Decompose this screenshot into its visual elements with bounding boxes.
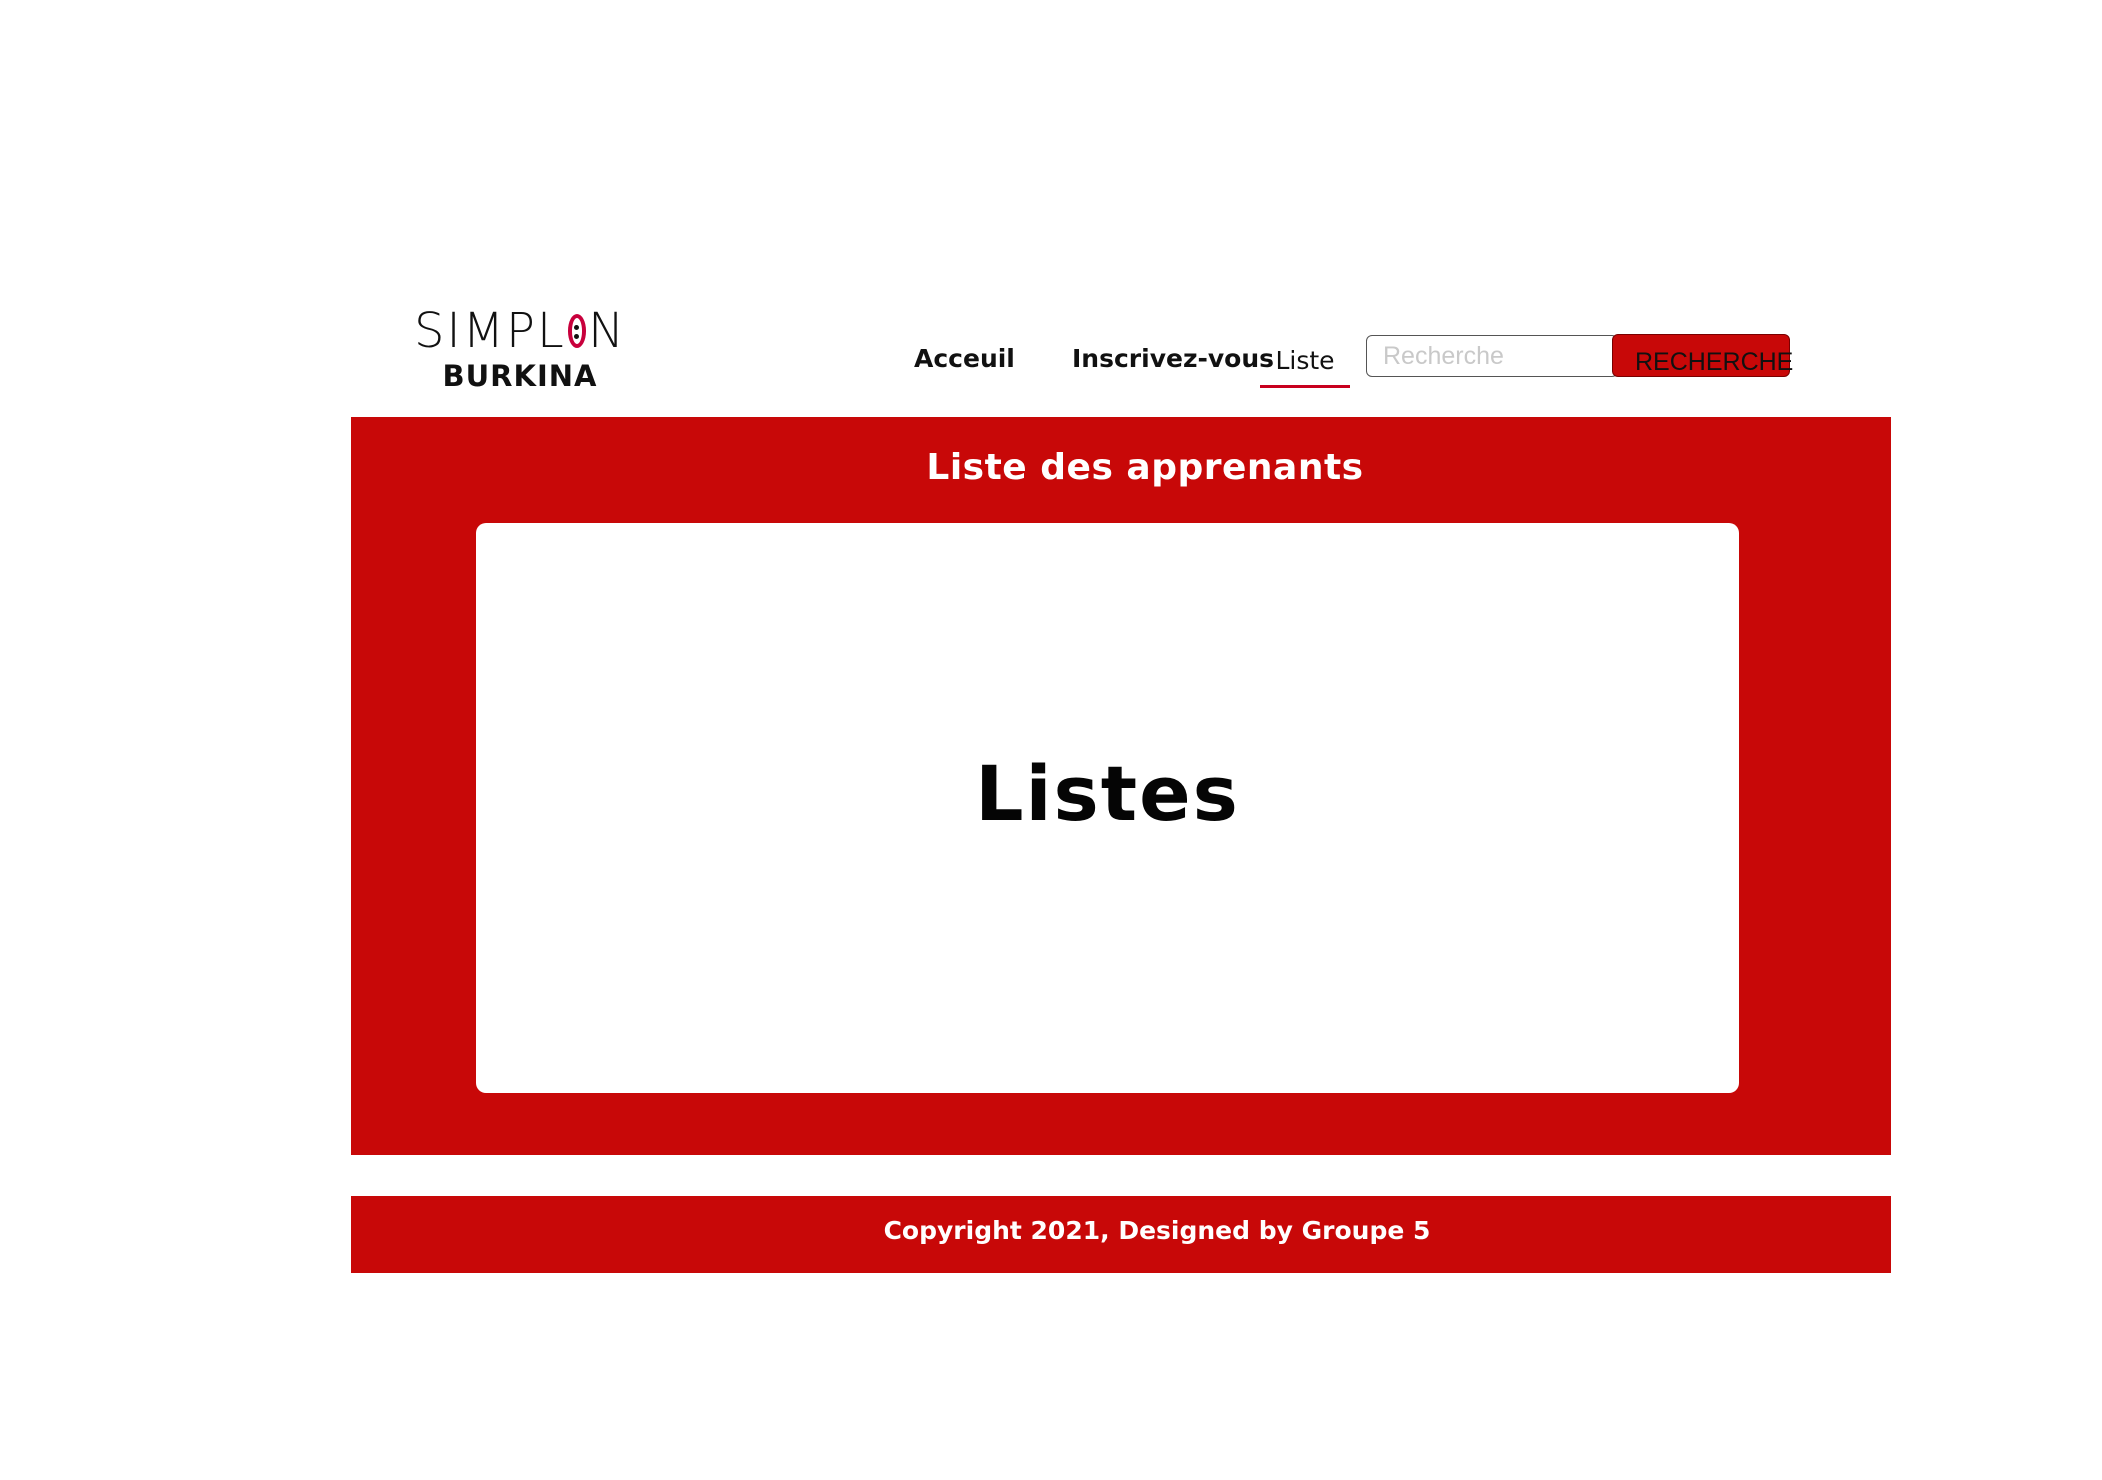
nav-link-inscrivez-vous[interactable]: Inscrivez-vous xyxy=(1072,344,1274,373)
nav-link-liste[interactable]: Liste xyxy=(1260,346,1350,388)
logo-text-left: SIMPL xyxy=(414,303,566,359)
footer-copyright: Copyright 2021, Designed by Groupe 5 xyxy=(883,1216,1431,1245)
nav-link-acceuil[interactable]: Acceuil xyxy=(914,344,1015,373)
simplon-burkina-logo[interactable]: SIMPL N BURKINA xyxy=(414,306,626,394)
search-input[interactable] xyxy=(1366,335,1618,377)
card-title: Listes xyxy=(975,749,1240,838)
logo-o-icon xyxy=(567,314,587,348)
logo-wordmark: SIMPL N xyxy=(414,306,626,356)
logo-text-right: N xyxy=(588,303,626,359)
footer: Copyright 2021, Designed by Groupe 5 xyxy=(351,1196,1891,1273)
logo-subtitle: BURKINA xyxy=(442,359,598,393)
main-section: Liste des apprenants Listes xyxy=(351,417,1891,1155)
search-button[interactable]: RECHERCHE xyxy=(1612,334,1793,377)
page: SIMPL N BURKINA Acceuil Inscrivez-vous Li… xyxy=(0,0,2102,1480)
page-title: Liste des apprenants xyxy=(926,447,1364,488)
list-card: Listes xyxy=(476,523,1739,1093)
